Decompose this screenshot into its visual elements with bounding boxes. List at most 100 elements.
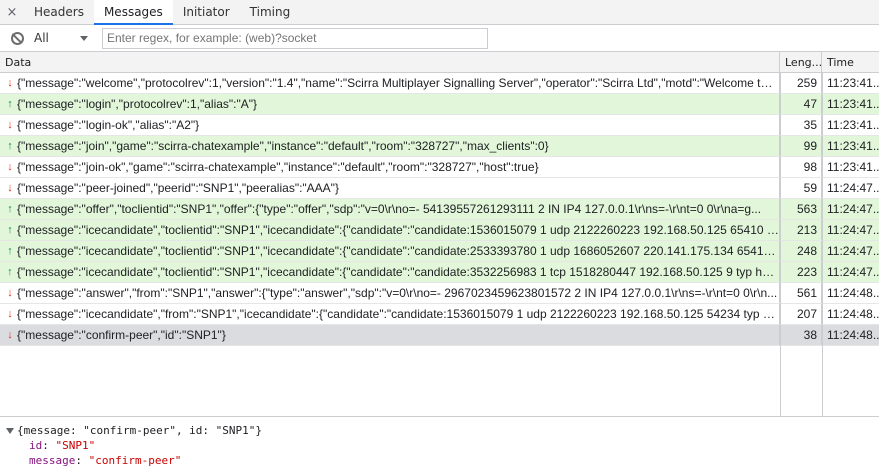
arrow-down-icon: ↓ (7, 77, 13, 89)
details-summary-text: {message: "confirm-peer", id: "SNP1"} (17, 424, 263, 437)
cell-length: 259 (780, 73, 822, 93)
cell-data: ↑ {"message":"icecandidate","toclientid":… (0, 262, 780, 282)
column-header-data[interactable]: Data (0, 52, 780, 72)
cell-time: 11:23:41... (827, 160, 879, 174)
table-header: Data Leng... Time (0, 52, 879, 73)
cell-time: 11:24:47... (827, 223, 879, 237)
tab-timing[interactable]: Timing (240, 0, 301, 24)
details-prop-message: message: "confirm-peer" (0, 453, 879, 468)
cell-time: 11:23:41... (827, 97, 879, 111)
arrow-down-icon: ↓ (7, 161, 13, 173)
message-text: {"message":"answer","from":"SNP1","answe… (17, 286, 778, 300)
tab-bar: × Headers Messages Initiator Timing (0, 0, 879, 25)
cell-time: 11:23:41... (827, 76, 879, 90)
cell-time: 11:24:47... (827, 202, 879, 216)
arrow-up-icon: ↑ (7, 203, 13, 215)
cell-data: ↑ {"message":"icecandidate","toclientid":… (0, 241, 780, 261)
cell-length: 561 (780, 283, 822, 303)
column-header-length[interactable]: Leng... (780, 52, 822, 72)
prop-separator: : (42, 439, 56, 452)
cell-data: ↓ {"message":"answer","from":"SNP1","answ… (0, 283, 780, 303)
message-text: {"message":"peer-joined","peerid":"SNP1"… (17, 181, 339, 195)
cell-data: ↑ {"message":"icecandidate","toclientid":… (0, 220, 780, 240)
message-text: {"message":"offer","toclientid":"SNP1","… (17, 202, 762, 216)
clear-messages-icon[interactable] (11, 31, 24, 45)
cell-time: 11:24:47... (827, 265, 879, 279)
cell-length: 99 (780, 136, 822, 156)
cell-data: ↑ {"message":"offer","toclientid":"SNP1",… (0, 199, 780, 219)
arrow-up-icon: ↑ (7, 224, 13, 236)
table-row[interactable]: ↓ {"message":"confirm-peer","id":"SNP1"} 3… (0, 325, 879, 346)
message-text: {"message":"icecandidate","toclientid":"… (16, 265, 779, 279)
column-header-time[interactable]: Time (822, 52, 879, 72)
cell-length: 35 (780, 115, 822, 135)
arrow-down-icon: ↓ (7, 329, 13, 341)
cell-time: 11:24:48... (827, 286, 879, 300)
table-row[interactable]: ↓ {"message":"login-ok","alias":"A2"} 35 11… (0, 115, 879, 136)
details-summary[interactable]: {message: "confirm-peer", id: "SNP1"} (0, 423, 879, 438)
message-text: {"message":"icecandidate","toclientid":"… (16, 223, 779, 237)
cell-time: 11:24:48... (827, 328, 879, 342)
cell-length: 38 (780, 325, 822, 345)
cell-data: ↓ {"message":"join-ok","game":"scirra-cha… (0, 157, 780, 177)
arrow-down-icon: ↓ (7, 182, 13, 194)
table-row[interactable]: ↓ {"message":"welcome","protocolrev":1,"v… (0, 73, 879, 94)
prop-value: "SNP1" (55, 439, 96, 452)
prop-key: id (29, 439, 43, 452)
message-text: {"message":"welcome","protocolrev":1,"ve… (16, 76, 779, 90)
message-text: {"message":"join","game":"scirra-chatexa… (17, 139, 549, 153)
cell-data: ↓ {"message":"login-ok","alias":"A2"} (0, 115, 780, 135)
table-row[interactable]: ↓ {"message":"answer","from":"SNP1","answ… (0, 283, 879, 304)
message-text: {"message":"icecandidate","from":"SNP1",… (16, 307, 779, 321)
column-divider (822, 73, 823, 416)
prop-key: message (29, 454, 76, 467)
details-prop-id: id: "SNP1" (0, 438, 879, 453)
table-row[interactable]: ↑ {"message":"join","game":"scirra-chatex… (0, 136, 879, 157)
filter-select-value: All (34, 31, 49, 45)
table-row[interactable]: ↓ {"message":"icecandidate","from":"SNP1"… (0, 304, 879, 325)
table-row[interactable]: ↑ {"message":"icecandidate","toclientid":… (0, 220, 879, 241)
cell-data: ↓ {"message":"welcome","protocolrev":1,"v… (0, 73, 780, 93)
column-divider (780, 73, 781, 416)
regex-filter-input[interactable] (102, 27, 488, 49)
tab-initiator[interactable]: Initiator (173, 0, 240, 24)
table-row[interactable]: ↑ {"message":"offer","toclientid":"SNP1",… (0, 199, 879, 220)
close-icon[interactable]: × (0, 0, 24, 24)
table-row[interactable]: ↑ {"message":"icecandidate","toclientid":… (0, 241, 879, 262)
cell-data: ↓ {"message":"confirm-peer","id":"SNP1"} (0, 325, 780, 345)
table-row[interactable]: ↑ {"message":"icecandidate","toclientid":… (0, 262, 879, 283)
table-body: ↓ {"message":"welcome","protocolrev":1,"v… (0, 73, 879, 346)
table-row[interactable]: ↓ {"message":"peer-joined","peerid":"SNP1… (0, 178, 879, 199)
message-filter-select[interactable]: All (34, 31, 92, 45)
cell-time: 11:24:48... (827, 307, 879, 321)
message-text: {"message":"login","protocolrev":1,"alia… (17, 97, 258, 111)
cell-data: ↑ {"message":"login","protocolrev":1,"ali… (0, 94, 780, 114)
expand-triangle-icon[interactable] (6, 427, 14, 434)
cell-length: 213 (780, 220, 822, 240)
arrow-down-icon: ↓ (7, 308, 13, 320)
arrow-down-icon: ↓ (7, 119, 13, 131)
cell-length: 223 (780, 262, 822, 282)
table-row[interactable]: ↑ {"message":"login","protocolrev":1,"ali… (0, 94, 879, 115)
cell-data: ↑ {"message":"join","game":"scirra-chatex… (0, 136, 780, 156)
cell-length: 563 (780, 199, 822, 219)
cell-length: 248 (780, 241, 822, 261)
arrow-down-icon: ↓ (7, 287, 13, 299)
cell-length: 47 (780, 94, 822, 114)
tab-messages[interactable]: Messages (93, 0, 173, 25)
table-row[interactable]: ↓ {"message":"join-ok","game":"scirra-cha… (0, 157, 879, 178)
filter-bar: All (0, 25, 879, 52)
cell-length: 59 (780, 178, 822, 198)
cell-length: 98 (780, 157, 822, 177)
arrow-up-icon: ↑ (7, 140, 13, 152)
cell-time: 11:23:41... (827, 139, 879, 153)
cell-length: 207 (780, 304, 822, 324)
message-text: {"message":"icecandidate","toclientid":"… (16, 244, 779, 258)
cell-time: 11:24:47... (827, 181, 879, 195)
prop-separator: : (75, 454, 89, 467)
message-text: {"message":"confirm-peer","id":"SNP1"} (17, 328, 226, 342)
message-text: {"message":"join-ok","game":"scirra-chat… (17, 160, 539, 174)
messages-table: Data Leng... Time ↓ {"message":"welcome",… (0, 52, 879, 416)
message-details-panel: {message: "confirm-peer", id: "SNP1"} id… (0, 416, 879, 476)
tab-headers[interactable]: Headers (24, 0, 94, 24)
